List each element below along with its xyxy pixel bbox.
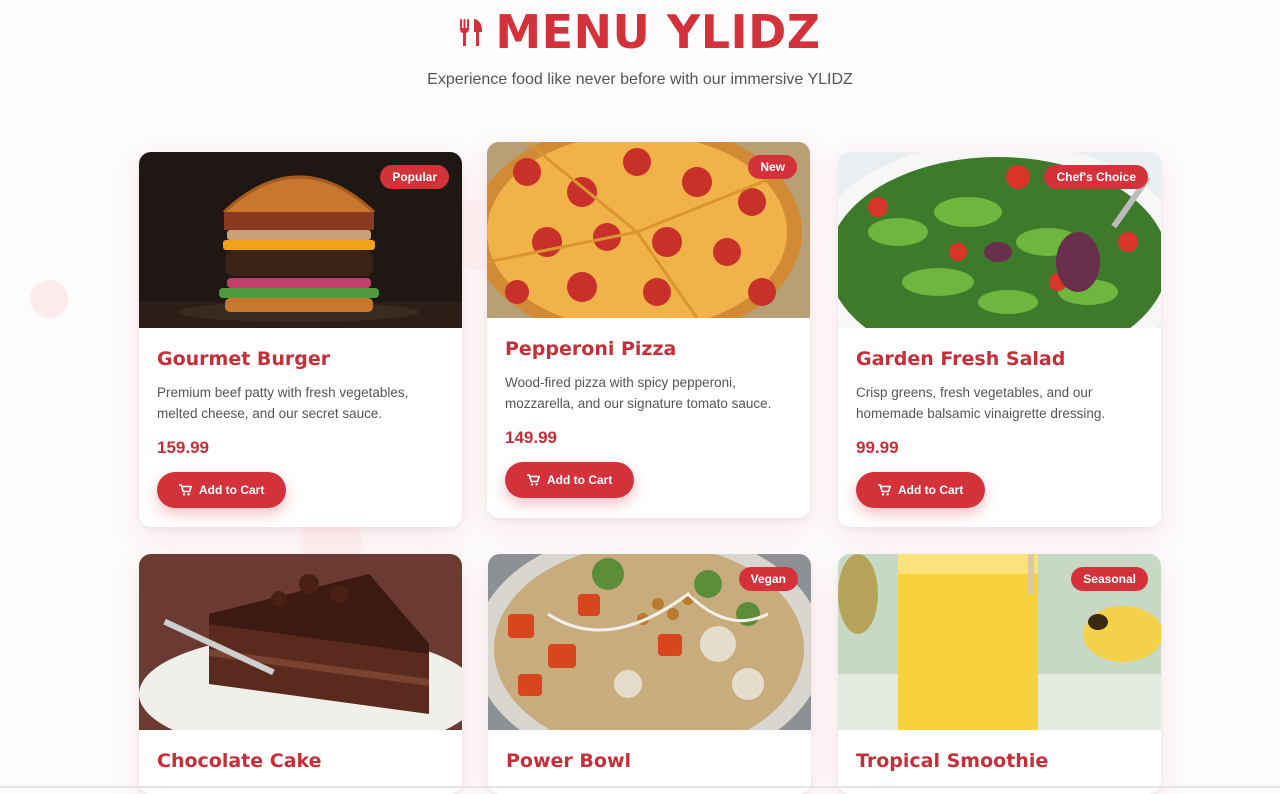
add-to-cart-button[interactable]: Add to Cart — [157, 472, 287, 508]
item-name: Gourmet Burger — [157, 348, 331, 370]
add-to-cart-button[interactable]: Add to Cart — [505, 462, 635, 498]
cart-icon — [878, 484, 891, 496]
add-to-cart-label: Add to Cart — [898, 483, 964, 497]
cart-icon — [179, 484, 192, 496]
item-description: Crisp greens, fresh vegetables, and our … — [856, 385, 1106, 421]
item-price: 159.99 — [157, 438, 209, 457]
burger-photo: Popular — [139, 152, 462, 328]
item-description: Wood-fired pizza with spicy pepperoni, m… — [505, 375, 772, 411]
utensils-icon — [460, 19, 483, 46]
menu-card-pizza: New Pepperoni Pizza Wood-fired pizza wit… — [487, 142, 810, 518]
menu-card-salad: Chef's Choice Garden Fresh Salad Crisp g… — [838, 152, 1161, 527]
item-name: Tropical Smoothie — [856, 750, 1049, 772]
badge-new: New — [748, 155, 797, 179]
decor-bubble — [30, 280, 68, 318]
item-name: Power Bowl — [506, 750, 632, 772]
item-name: Pepperoni Pizza — [505, 338, 677, 360]
item-price: 149.99 — [505, 428, 557, 447]
cart-icon — [527, 474, 540, 486]
item-name: Garden Fresh Salad — [856, 348, 1066, 370]
bowl-photo: Vegan — [488, 554, 811, 730]
smoothie-photo: Seasonal — [838, 554, 1161, 730]
page-subtitle: Experience food like never before with o… — [427, 71, 853, 88]
badge-seasonal: Seasonal — [1071, 567, 1148, 591]
item-name: Chocolate Cake — [157, 750, 322, 772]
menu-card-burger: Popular Gourmet Burger Premium beef patt… — [139, 152, 462, 527]
menu-card-power-bowl: Vegan Power Bowl — [488, 554, 811, 794]
item-price: 99.99 — [856, 438, 899, 457]
salad-photo: Chef's Choice — [838, 152, 1161, 328]
badge-chefs-choice: Chef's Choice — [1044, 165, 1148, 189]
cake-image — [139, 554, 462, 730]
cake-photo — [139, 554, 462, 730]
add-to-cart-button[interactable]: Add to Cart — [856, 472, 986, 508]
add-to-cart-label: Add to Cart — [547, 473, 613, 487]
page-title: MENU YLIDZ — [0, 5, 1280, 59]
add-to-cart-label: Add to Cart — [199, 483, 265, 497]
menu-card-cake: Chocolate Cake — [139, 554, 462, 794]
menu-card-smoothie: Seasonal Tropical Smoothie — [838, 554, 1161, 794]
item-description: Premium beef patty with fresh vegetables… — [157, 385, 409, 421]
badge-vegan: Vegan — [738, 567, 798, 591]
badge-popular: Popular — [380, 165, 449, 189]
pizza-photo: New — [487, 142, 810, 318]
page-title-text: MENU YLIDZ — [495, 5, 821, 59]
